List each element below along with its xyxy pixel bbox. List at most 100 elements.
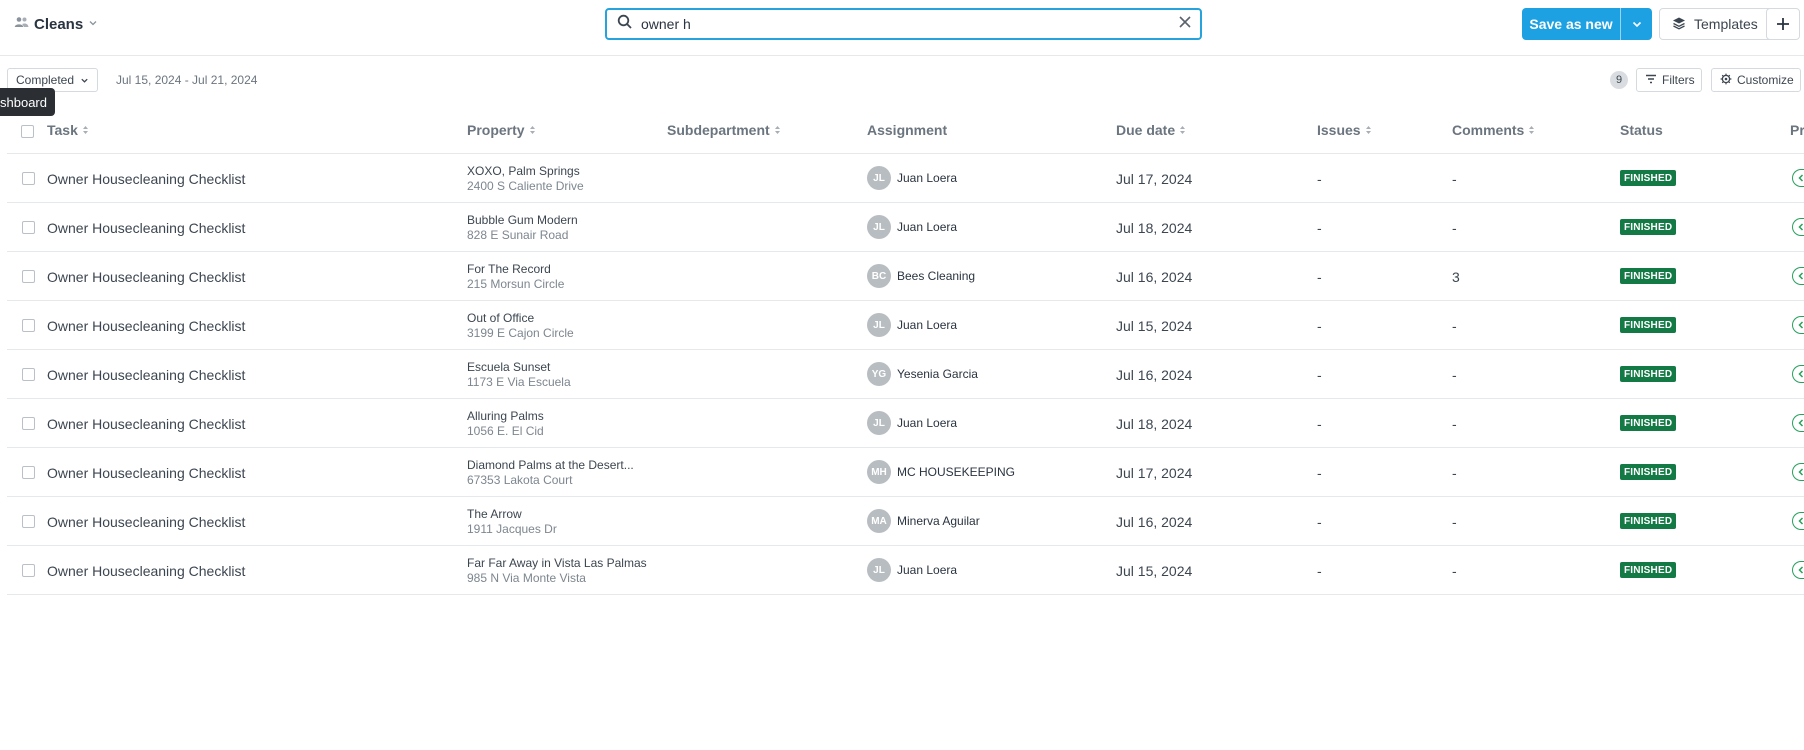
row-checkbox[interactable] (22, 515, 35, 528)
templates-label: Templates (1694, 16, 1758, 32)
row-checkbox[interactable] (22, 221, 35, 234)
assignment-cell[interactable]: JL Juan Loera (867, 558, 957, 582)
column-header-assignment[interactable]: Assignment (867, 122, 947, 138)
filter-icon (1645, 73, 1657, 87)
assignment-cell[interactable]: BC Bees Cleaning (867, 264, 975, 288)
clear-search-icon[interactable] (1178, 15, 1192, 34)
task-name[interactable]: Owner Housecleaning Checklist (47, 171, 245, 187)
priority-chip[interactable] (1792, 414, 1804, 432)
row-checkbox[interactable] (22, 172, 35, 185)
comments-count: - (1452, 465, 1457, 481)
workspace-switcher[interactable]: Cleans (14, 14, 98, 34)
assignee-name: Juan Loera (897, 220, 958, 234)
priority-chip[interactable] (1792, 561, 1804, 579)
property-name: Bubble Gum Modern (467, 213, 578, 227)
assignment-cell[interactable]: JL Juan Loera (867, 166, 957, 190)
assignment-cell[interactable]: JL Juan Loera (867, 215, 957, 239)
priority-chip[interactable] (1792, 169, 1804, 187)
priority-chip[interactable] (1792, 218, 1804, 236)
filters-label: Filters (1662, 73, 1695, 87)
issues-count: - (1317, 318, 1322, 334)
priority-chip[interactable] (1792, 267, 1804, 285)
task-name[interactable]: Owner Housecleaning Checklist (47, 514, 245, 530)
chevron-left-icon (1798, 468, 1804, 476)
table-row[interactable]: Owner Housecleaning Checklist Bubble Gum… (7, 203, 1804, 252)
avatar: JL (867, 215, 891, 239)
status-badge: FINISHED (1620, 219, 1677, 235)
assignment-cell[interactable]: MA Minerva Aguilar (867, 509, 980, 533)
assignment-cell[interactable]: MH MC HOUSEKEEPING (867, 460, 1015, 484)
task-name[interactable]: Owner Housecleaning Checklist (47, 563, 245, 579)
priority-chip[interactable] (1792, 463, 1804, 481)
avatar: JL (867, 411, 891, 435)
column-header-due-date[interactable]: Due date (1116, 122, 1186, 138)
property-address: 3199 E Cajon Circle (467, 326, 574, 340)
table-row[interactable]: Owner Housecleaning Checklist Alluring P… (7, 399, 1804, 448)
priority-chip[interactable] (1792, 316, 1804, 334)
select-all-checkbox[interactable] (21, 125, 34, 138)
status-badge: FINISHED (1620, 317, 1677, 333)
comments-count: 3 (1452, 269, 1460, 285)
comments-count: - (1452, 318, 1457, 334)
assignment-cell[interactable]: YG Yesenia Garcia (867, 362, 978, 386)
customize-button[interactable]: Customize (1711, 68, 1801, 92)
save-options-dropdown[interactable] (1621, 18, 1652, 30)
status-badge: FINISHED (1620, 415, 1677, 431)
add-button[interactable] (1766, 8, 1800, 40)
property-cell: Alluring Palms 1056 E. El Cid (467, 409, 544, 439)
due-date: Jul 16, 2024 (1116, 514, 1193, 530)
column-header-task[interactable]: Task (47, 122, 89, 138)
search-input[interactable] (633, 11, 1178, 37)
priority-chip[interactable] (1792, 365, 1804, 383)
status-badge: FINISHED (1620, 562, 1677, 578)
task-name[interactable]: Owner Housecleaning Checklist (47, 220, 245, 236)
task-name[interactable]: Owner Housecleaning Checklist (47, 367, 245, 383)
issues-count: - (1317, 220, 1322, 236)
property-address: 1056 E. El Cid (467, 424, 544, 438)
sort-icon (82, 126, 88, 134)
property-cell: XOXO, Palm Springs 2400 S Caliente Drive (467, 164, 584, 194)
row-checkbox[interactable] (22, 564, 35, 577)
table-row[interactable]: Owner Housecleaning Checklist Diamond Pa… (7, 448, 1804, 497)
column-label: Comments (1452, 122, 1525, 138)
table-row[interactable]: Owner Housecleaning Checklist Far Far Aw… (7, 546, 1804, 595)
due-date: Jul 18, 2024 (1116, 220, 1193, 236)
chevron-left-icon (1798, 566, 1804, 574)
table-row[interactable]: Owner Housecleaning Checklist For The Re… (7, 252, 1804, 301)
column-header-comments[interactable]: Comments (1452, 122, 1535, 138)
avatar: JL (867, 166, 891, 190)
task-name[interactable]: Owner Housecleaning Checklist (47, 318, 245, 334)
table-row[interactable]: Owner Housecleaning Checklist XOXO, Palm… (7, 154, 1804, 203)
row-checkbox[interactable] (22, 270, 35, 283)
task-name[interactable]: Owner Housecleaning Checklist (47, 465, 245, 481)
table-row[interactable]: Owner Housecleaning Checklist Out of Off… (7, 301, 1804, 350)
task-name[interactable]: Owner Housecleaning Checklist (47, 416, 245, 432)
column-header-property[interactable]: Property (467, 122, 536, 138)
task-name[interactable]: Owner Housecleaning Checklist (47, 269, 245, 285)
row-checkbox[interactable] (22, 466, 35, 479)
column-label: Due date (1116, 122, 1176, 138)
status-badge: FINISHED (1620, 513, 1677, 529)
due-date: Jul 16, 2024 (1116, 367, 1193, 383)
column-header-pr[interactable]: Pr (1790, 122, 1804, 138)
row-checkbox[interactable] (22, 417, 35, 430)
column-header-subdepartment[interactable]: Subdepartment (667, 122, 781, 138)
sort-icon (1180, 126, 1186, 134)
table-row[interactable]: Owner Housecleaning Checklist The Arrow … (7, 497, 1804, 546)
priority-chip[interactable] (1792, 512, 1804, 530)
row-checkbox[interactable] (22, 319, 35, 332)
column-header-issues[interactable]: Issues (1317, 122, 1372, 138)
filters-button[interactable]: Filters (1636, 68, 1702, 92)
property-cell: Out of Office 3199 E Cajon Circle (467, 311, 574, 341)
chevron-left-icon (1798, 517, 1804, 525)
column-header-status[interactable]: Status (1620, 122, 1663, 138)
assignment-cell[interactable]: JL Juan Loera (867, 313, 957, 337)
property-cell: Diamond Palms at the Desert... 67353 Lak… (467, 458, 634, 488)
status-badge: FINISHED (1620, 366, 1677, 382)
table-row[interactable]: Owner Housecleaning Checklist Escuela Su… (7, 350, 1804, 399)
assignment-cell[interactable]: JL Juan Loera (867, 411, 957, 435)
date-range[interactable]: Jul 15, 2024 - Jul 21, 2024 (116, 73, 257, 87)
row-checkbox[interactable] (22, 368, 35, 381)
save-as-new-button[interactable]: Save as new (1522, 8, 1652, 40)
templates-button[interactable]: Templates (1659, 8, 1778, 40)
